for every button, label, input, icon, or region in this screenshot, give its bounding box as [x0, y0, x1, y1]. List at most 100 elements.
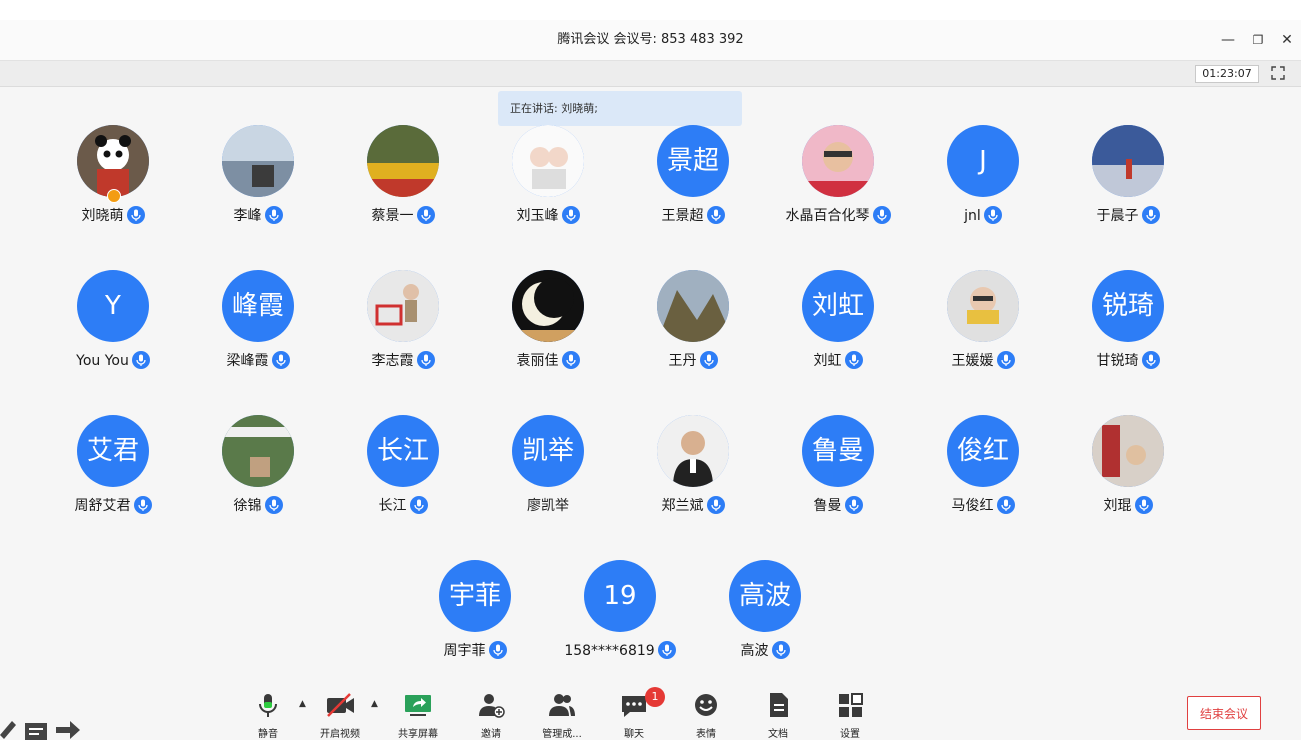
microphone-icon [133, 496, 152, 514]
participant-name: 鲁曼 [813, 498, 842, 514]
participant-name-row: 袁丽佳 [475, 350, 621, 372]
manage-members-button[interactable]: 管理成... [531, 687, 593, 740]
participant-name: 长江 [378, 498, 407, 514]
participant-tile[interactable]: 于晨子 [1055, 125, 1201, 235]
participant-name: 王媛媛 [951, 353, 994, 369]
settings-grid-icon [839, 693, 863, 717]
avatar: 艾君 [77, 415, 149, 487]
participant-tile[interactable]: 刘琨 [1055, 415, 1201, 525]
microphone-icon [844, 351, 863, 369]
participant-tile[interactable]: 王丹 [620, 270, 766, 380]
window-title: 腾讯会议 会议号: 853 483 392 [557, 32, 744, 47]
mute-button[interactable]: 静音 [237, 687, 299, 740]
participant-tile[interactable]: 景超 王景超 [620, 125, 766, 235]
avatar-initials: 锐琦 [1101, 291, 1154, 321]
minimize-button[interactable]: — [1218, 30, 1238, 50]
share-screen-button[interactable]: 共享屏幕 [387, 687, 449, 740]
mute-label: 静音 [258, 729, 278, 740]
microphone-icon [1134, 496, 1153, 514]
participant-name: 马俊红 [951, 498, 994, 514]
participant-tile[interactable]: 水晶百合化琴 [765, 125, 911, 235]
add-user-icon [479, 694, 505, 718]
participant-tile[interactable]: 锐琦甘锐琦 [1055, 270, 1201, 380]
participant-name: You You [76, 353, 129, 369]
video-options-caret[interactable]: ▲ [371, 699, 378, 709]
video-button[interactable]: 开启视频 [309, 687, 371, 740]
microphone-icon [409, 496, 428, 514]
participant-name-row: You You [40, 350, 186, 372]
avatar [802, 125, 874, 197]
participant-name-row: 李志霞 [330, 350, 476, 372]
microphone-icon [259, 694, 277, 717]
participant-tile[interactable]: 李志霞 [330, 270, 476, 380]
members-icon [549, 694, 575, 716]
participant-tile[interactable]: Jjnl [910, 125, 1056, 235]
microphone-icon [706, 206, 725, 224]
microphone-icon [264, 206, 283, 224]
participant-tile[interactable]: 鲁曼 鲁曼 [765, 415, 911, 525]
meeting-toolbar: 静音 ▲ 开启视频 ▲ 共享屏幕 邀请 管理成... 1 聊天 表情 文档 设置… [0, 687, 1301, 740]
participant-tile[interactable]: 宇菲 周宇菲 [402, 560, 548, 670]
participant-name: 刘虹 [813, 353, 842, 369]
participant-tile[interactable]: 刘晓萌 [40, 125, 186, 235]
title-bar: 腾讯会议 会议号: 853 483 392 — ❐ ✕ [0, 20, 1301, 61]
participant-name: 周舒艾君 [74, 498, 131, 514]
participant-name-row: 蔡景一 [330, 205, 476, 227]
participant-name-row: 周舒艾君 [40, 495, 186, 517]
participant-name-row: 刘琨 [1055, 495, 1201, 517]
invite-button[interactable]: 邀请 [460, 687, 522, 740]
microphone-icon [1141, 206, 1160, 224]
participant-name: 徐锦 [233, 498, 262, 514]
participant-tile[interactable]: 刘玉峰 [475, 125, 621, 235]
avatar [222, 125, 294, 197]
participant-name: 周宇菲 [443, 643, 486, 659]
settings-button[interactable]: 设置 [819, 687, 881, 740]
participant-tile[interactable]: 蔡景一 [330, 125, 476, 235]
emoji-icon [695, 694, 717, 716]
participant-tile[interactable]: Y You You [40, 270, 186, 380]
participant-name-row: 刘晓萌 [40, 205, 186, 227]
avatar-initials: 凯举 [521, 436, 574, 466]
participant-tile[interactable]: 李峰 [185, 125, 331, 235]
participant-tile[interactable]: 高波 高波 [692, 560, 838, 670]
participant-tile[interactable]: 袁丽佳 [475, 270, 621, 380]
participant-name: 刘琨 [1103, 498, 1132, 514]
avatar-initials: 峰霞 [231, 291, 284, 321]
fullscreen-icon[interactable] [1270, 65, 1286, 81]
participant-tile[interactable]: 19 158****6819 [547, 560, 693, 670]
participant-name-row: 李峰 [185, 205, 331, 227]
participant-name-row: 刘虹 [765, 350, 911, 372]
participant-tile[interactable]: 郑兰斌 [620, 415, 766, 525]
participant-tile[interactable]: 王媛媛 [910, 270, 1056, 380]
avatar [657, 415, 729, 487]
participant-tile[interactable]: 长江 长江 [330, 415, 476, 525]
avatar: 鲁曼 [802, 415, 874, 487]
participant-tile[interactable]: 峰霞梁峰霞 [185, 270, 331, 380]
close-button[interactable]: ✕ [1277, 30, 1297, 50]
microphone-icon [416, 206, 435, 224]
docs-button[interactable]: 文档 [747, 687, 809, 740]
participant-tile[interactable]: 凯举 廖凯举 [475, 415, 621, 525]
microphone-icon [126, 206, 145, 224]
avatar [367, 125, 439, 197]
mute-options-caret[interactable]: ▲ [299, 699, 306, 709]
microphone-icon [771, 641, 790, 659]
participant-tile[interactable]: 徐锦 [185, 415, 331, 525]
avatar: J [947, 125, 1019, 197]
avatar: Y [77, 270, 149, 342]
participant-name-row: 廖凯举 [475, 495, 621, 517]
participant-name: 甘锐琦 [1096, 353, 1139, 369]
emoji-button[interactable]: 表情 [675, 687, 737, 740]
participant-tile[interactable]: 俊红 马俊红 [910, 415, 1056, 525]
end-meeting-button[interactable]: 结束会议 [1187, 696, 1261, 730]
chat-button[interactable]: 1 聊天 [603, 687, 665, 740]
share-screen-label: 共享屏幕 [398, 729, 438, 740]
participant-name: 水晶百合化琴 [785, 208, 870, 224]
participant-tile[interactable]: 艾君 周舒艾君 [40, 415, 186, 525]
docs-label: 文档 [768, 729, 788, 740]
participant-name: 李志霞 [371, 353, 414, 369]
participant-tile[interactable]: 刘虹 刘虹 [765, 270, 911, 380]
restore-button[interactable]: ❐ [1248, 30, 1268, 50]
participant-name: 梁峰霞 [226, 353, 269, 369]
participant-name-row: 水晶百合化琴 [765, 205, 911, 227]
